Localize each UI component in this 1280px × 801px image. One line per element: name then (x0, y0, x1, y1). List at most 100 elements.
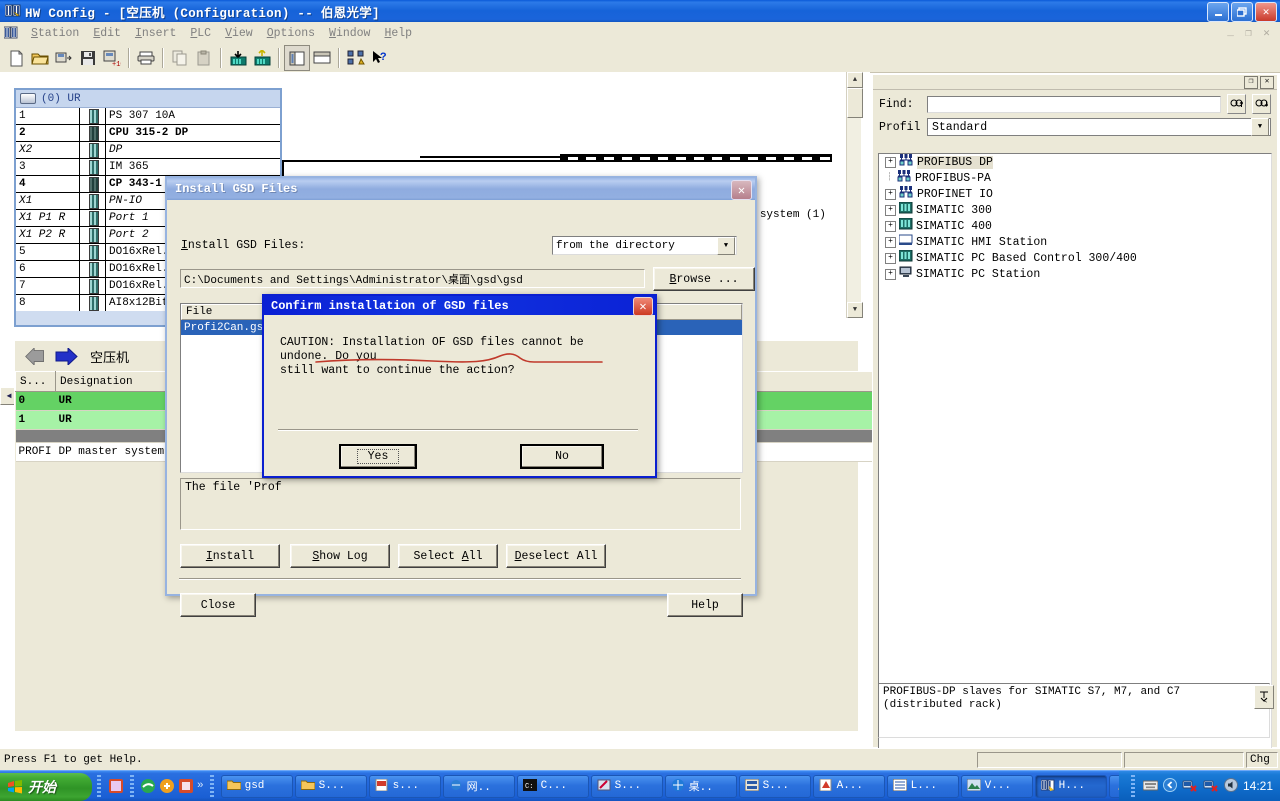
table-row[interactable]: 3 IM 365 (16, 158, 280, 176)
menu-item-edit[interactable]: Edit (86, 25, 128, 42)
mdi-restore-button[interactable]: ❐ (1241, 25, 1256, 40)
tree-node-simatic-hmi-station[interactable]: + SIMATIC HMI Station (879, 234, 1271, 250)
taskbar-button-active[interactable]: H... (1034, 774, 1107, 798)
browse-button[interactable]: Browse ... (653, 267, 755, 291)
keyboard-icon[interactable] (1142, 779, 1159, 794)
tree-node-simatic-300[interactable]: + SIMATIC 300 (879, 201, 1271, 218)
catalog-tree[interactable]: + PROFIBUS DP ┆ PROFIBUS-PA + PROFINET I… (878, 153, 1272, 755)
expand-icon[interactable]: + (885, 188, 896, 200)
search-input[interactable] (927, 95, 1221, 113)
taskbar-button[interactable]: L... (886, 774, 959, 798)
window-icon[interactable] (310, 46, 334, 70)
find-next-icon[interactable] (1227, 94, 1246, 114)
chevron-down-icon[interactable]: ▼ (1251, 118, 1269, 136)
restore-button[interactable] (1231, 2, 1253, 22)
tree-node-simatic-pc-based-control[interactable]: + SIMATIC PC Based Control 300/400 (879, 249, 1271, 266)
copy-icon[interactable] (168, 46, 192, 70)
network-icon[interactable] (344, 46, 368, 70)
workspace-vertical-scrollbar[interactable]: ▲ ▼ (846, 72, 863, 318)
tray-grip[interactable] (1130, 775, 1135, 797)
chevron-down-icon[interactable]: ▼ (717, 236, 735, 255)
close-icon[interactable]: ✕ (731, 180, 752, 200)
change-icon[interactable]: < (1254, 685, 1274, 709)
taskbar-grip[interactable] (130, 775, 134, 797)
expand-icon[interactable]: + (885, 204, 896, 216)
no-button[interactable]: No (520, 444, 604, 469)
profil-select[interactable]: Standard ▼ (927, 118, 1271, 136)
find-prev-icon[interactable] (1252, 94, 1271, 114)
close-button[interactable]: Close (180, 593, 256, 617)
column-header-designation[interactable]: Designation (55, 371, 182, 392)
menu-item-plc[interactable]: PLC (183, 25, 218, 42)
catalog-restore-button[interactable]: ❐ (1244, 75, 1258, 89)
yes-button[interactable]: Yes (339, 444, 417, 469)
expand-icon[interactable]: + (885, 252, 896, 264)
media-icon[interactable] (108, 778, 124, 794)
column-header-slot[interactable]: S... (15, 371, 56, 392)
catalog-icon[interactable] (284, 45, 310, 71)
confirm-title-bar[interactable]: Confirm installation of GSD files ✕ (264, 296, 655, 316)
menu-item-view[interactable]: View (218, 25, 260, 42)
show-log-button[interactable]: Show Log (290, 544, 390, 568)
close-icon[interactable]: ✕ (633, 297, 653, 316)
firefox-icon[interactable] (159, 778, 175, 794)
deselect-all-button[interactable]: Deselect All (506, 544, 606, 568)
scroll-down-arrow[interactable]: ▼ (847, 302, 863, 318)
app-icon[interactable] (178, 778, 194, 794)
taskbar-button[interactable]: s... (368, 774, 441, 798)
close-button[interactable]: ✕ (1255, 2, 1277, 22)
arrow-left-icon[interactable] (23, 346, 49, 366)
source-select[interactable]: from the directory ▼ (552, 236, 737, 255)
save-station-icon[interactable] (52, 46, 76, 70)
clock[interactable]: 14:21 (1243, 779, 1273, 793)
upload-module-icon[interactable] (250, 46, 274, 70)
table-row[interactable]: X2 DP (16, 141, 280, 159)
taskbar-button[interactable]: A... (812, 774, 885, 798)
tree-node-profibus-pa[interactable]: ┆ PROFIBUS-PA (879, 169, 1271, 186)
tree-node-profinet-io[interactable]: + PROFINET IO (879, 185, 1271, 202)
help-button[interactable]: Help (667, 593, 743, 617)
expand-icon[interactable]: + (885, 156, 896, 168)
expand-icon[interactable]: + (885, 268, 896, 280)
taskbar-button[interactable]: 桌.. (664, 774, 737, 798)
start-button[interactable]: 开始 (0, 772, 92, 801)
taskbar-button[interactable]: S... (738, 774, 811, 798)
arrow-right-icon[interactable] (54, 346, 80, 366)
table-row[interactable]: 1 PS 307 10A (16, 108, 280, 125)
menu-item-help[interactable]: Help (377, 25, 419, 42)
taskbar-button[interactable]: c... (1108, 774, 1119, 798)
menu-item-window[interactable]: Window (322, 25, 377, 42)
network-error-icon[interactable] (1182, 778, 1198, 795)
minimize-button[interactable] (1207, 2, 1229, 22)
tree-node-profibus-dp[interactable]: + PROFIBUS DP (879, 154, 1271, 170)
taskbar-button[interactable]: S... (590, 774, 663, 798)
install-button[interactable]: Install (180, 544, 280, 568)
taskbar-button[interactable]: V... (960, 774, 1033, 798)
expand-icon[interactable]: + (885, 236, 896, 248)
mdi-minimize-button[interactable]: _ (1223, 25, 1238, 40)
mdi-close-button[interactable]: ✕ (1259, 25, 1274, 40)
menu-item-insert[interactable]: Insert (128, 25, 183, 42)
ie-icon[interactable] (140, 778, 156, 794)
help-pointer-icon[interactable]: ? (368, 46, 392, 70)
volume-icon[interactable] (1223, 777, 1238, 795)
path-field[interactable]: C:\Documents and Settings\Administrator\… (180, 269, 645, 288)
taskbar-button[interactable]: S... (294, 774, 367, 798)
install-gsd-title-bar[interactable]: Install GSD Files ✕ (167, 178, 755, 200)
download-module-icon[interactable] (226, 46, 250, 70)
menu-item-station[interactable]: Station (24, 25, 86, 42)
taskbar-button[interactable]: gsd (220, 774, 293, 798)
tree-node-simatic-400[interactable]: + SIMATIC 400 (879, 217, 1271, 234)
menu-item-options[interactable]: Options (260, 25, 322, 42)
table-row[interactable]: 2 CPU 315-2 DP (16, 124, 280, 142)
new-icon[interactable] (4, 46, 28, 70)
open-icon[interactable] (28, 46, 52, 70)
select-all-button[interactable]: Select All (398, 544, 498, 568)
quick-launch-more-icon[interactable]: » (197, 780, 204, 792)
network-error-2-icon[interactable] (1203, 778, 1219, 795)
print-icon[interactable] (134, 46, 158, 70)
chevron-left-icon[interactable] (1162, 777, 1177, 795)
column-header-file[interactable]: File (181, 304, 273, 320)
taskbar-button[interactable]: 网.. (442, 774, 515, 798)
taskbar-grip[interactable] (97, 775, 101, 797)
